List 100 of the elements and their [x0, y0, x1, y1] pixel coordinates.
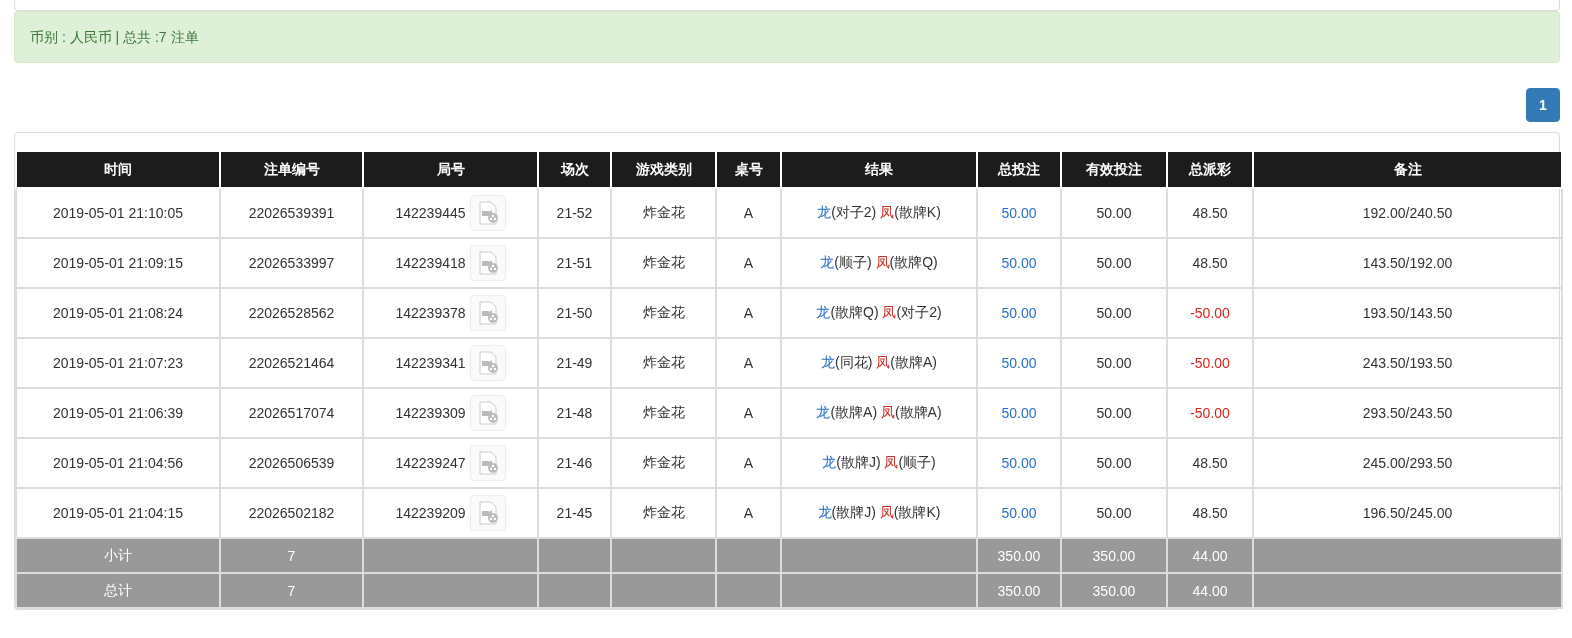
payout-amount: 48.50 — [1192, 505, 1228, 521]
total-cell: 350.00 — [1061, 538, 1167, 573]
round-number: 142239445 — [395, 205, 466, 221]
video-file-icon[interactable] — [469, 495, 506, 531]
total-bet: 50.00 — [1001, 455, 1037, 471]
column-header: 局号 — [363, 152, 538, 188]
column-header: 场次 — [538, 152, 611, 188]
payout-amount: 48.50 — [1192, 455, 1228, 471]
table-cell: A — [716, 288, 781, 338]
table-cell: A — [716, 188, 781, 238]
column-header: 时间 — [16, 152, 220, 188]
table-cell: 293.50/243.50 — [1253, 388, 1562, 438]
table-cell: 193.50/143.50 — [1253, 288, 1562, 338]
table-cell: 22026521464 — [220, 338, 363, 388]
column-header: 注单编号 — [220, 152, 363, 188]
table-cell: 2019-05-01 21:06:39 — [16, 388, 220, 438]
video-file-icon[interactable] — [469, 195, 506, 231]
total-bet: 50.00 — [1001, 205, 1037, 221]
round-number: 142239309 — [395, 405, 466, 421]
table-cell: A — [716, 438, 781, 488]
result-text: 龙(散牌A) 凤(散牌A) — [816, 404, 942, 420]
column-header: 备注 — [1253, 152, 1562, 188]
table-cell: 2019-05-01 21:09:15 — [16, 238, 220, 288]
total-cell: 7 — [220, 573, 363, 608]
table-cell: 21-46 — [538, 438, 611, 488]
table-cell: 50.00 — [1061, 438, 1167, 488]
table-cell: A — [716, 338, 781, 388]
table-cell: 192.00/240.50 — [1253, 188, 1562, 238]
payout-amount: -50.00 — [1190, 355, 1230, 371]
video-file-icon[interactable] — [469, 395, 506, 431]
column-header: 有效投注 — [1061, 152, 1167, 188]
table-cell: 50.00 — [1061, 288, 1167, 338]
result-text: 龙(同花) 凤(散牌A) — [821, 354, 937, 370]
total-label: 总计 — [16, 573, 220, 608]
round-number: 142239378 — [395, 305, 466, 321]
column-header: 桌号 — [716, 152, 781, 188]
total-label: 小计 — [16, 538, 220, 573]
page-button[interactable]: 1 — [1526, 88, 1560, 122]
table-cell: 22026506539 — [220, 438, 363, 488]
column-header: 总投注 — [977, 152, 1061, 188]
table-cell: 炸金花 — [611, 388, 716, 438]
column-header: 结果 — [781, 152, 977, 188]
total-bet: 50.00 — [1001, 505, 1037, 521]
table-cell: A — [716, 238, 781, 288]
payout-amount: 48.50 — [1192, 205, 1228, 221]
result-text: 龙(散牌Q) 凤(对子2) — [816, 304, 942, 320]
video-file-icon[interactable] — [469, 445, 506, 481]
total-cell: 350.00 — [977, 573, 1061, 608]
total-bet: 50.00 — [1001, 255, 1037, 271]
video-file-icon[interactable] — [469, 245, 506, 281]
table-cell: 22026533997 — [220, 238, 363, 288]
total-bet: 50.00 — [1001, 405, 1037, 421]
table-cell: 143.50/192.00 — [1253, 238, 1562, 288]
total-cell: 350.00 — [977, 538, 1061, 573]
result-text: 龙(顺子) 凤(散牌Q) — [820, 254, 938, 270]
column-header: 游戏类别 — [611, 152, 716, 188]
table-cell: 炸金花 — [611, 288, 716, 338]
result-text: 龙(对子2) 凤(散牌K) — [817, 204, 941, 220]
column-header: 总派彩 — [1167, 152, 1253, 188]
table-cell: 50.00 — [1061, 238, 1167, 288]
total-cell: 44.00 — [1167, 538, 1253, 573]
table-cell: 50.00 — [1061, 388, 1167, 438]
table-cell: 炸金花 — [611, 238, 716, 288]
table-cell: 21-51 — [538, 238, 611, 288]
table-cell: A — [716, 388, 781, 438]
round-number: 142239341 — [395, 355, 466, 371]
table-cell: 22026528562 — [220, 288, 363, 338]
table-cell: 2019-05-01 21:04:56 — [16, 438, 220, 488]
table-cell: 炸金花 — [611, 438, 716, 488]
total-cell: 44.00 — [1167, 573, 1253, 608]
table-cell: 2019-05-01 21:07:23 — [16, 338, 220, 388]
total-bet: 50.00 — [1001, 355, 1037, 371]
table-cell: 22026517074 — [220, 388, 363, 438]
table-cell: 21-52 — [538, 188, 611, 238]
payout-amount: -50.00 — [1190, 305, 1230, 321]
table-cell: 炸金花 — [611, 188, 716, 238]
table-cell: 2019-05-01 21:10:05 — [16, 188, 220, 238]
payout-amount: 48.50 — [1192, 255, 1228, 271]
total-bet: 50.00 — [1001, 305, 1037, 321]
video-file-icon[interactable] — [469, 345, 506, 381]
round-number: 142239418 — [395, 255, 466, 271]
table-cell: 21-48 — [538, 388, 611, 438]
table-cell: 21-50 — [538, 288, 611, 338]
total-cell: 350.00 — [1061, 573, 1167, 608]
round-number: 142239209 — [395, 505, 466, 521]
payout-amount: -50.00 — [1190, 405, 1230, 421]
table-cell: 50.00 — [1061, 188, 1167, 238]
table-cell: 50.00 — [1061, 338, 1167, 388]
total-cell: 7 — [220, 538, 363, 573]
table-cell: 21-49 — [538, 338, 611, 388]
summary-alert: 币别 : 人民币 | 总共 :7 注单 — [14, 11, 1560, 63]
result-text: 龙(散牌J) 凤(顺子) — [822, 454, 936, 470]
round-number: 142239247 — [395, 455, 466, 471]
video-file-icon[interactable] — [469, 295, 506, 331]
table-cell: 炸金花 — [611, 338, 716, 388]
table-cell: 245.00/293.50 — [1253, 438, 1562, 488]
table-cell: 22026539391 — [220, 188, 363, 238]
table-cell: 243.50/193.50 — [1253, 338, 1562, 388]
table-cell: 2019-05-01 21:08:24 — [16, 288, 220, 338]
result-text: 龙(散牌J) 凤(散牌K) — [817, 504, 941, 520]
